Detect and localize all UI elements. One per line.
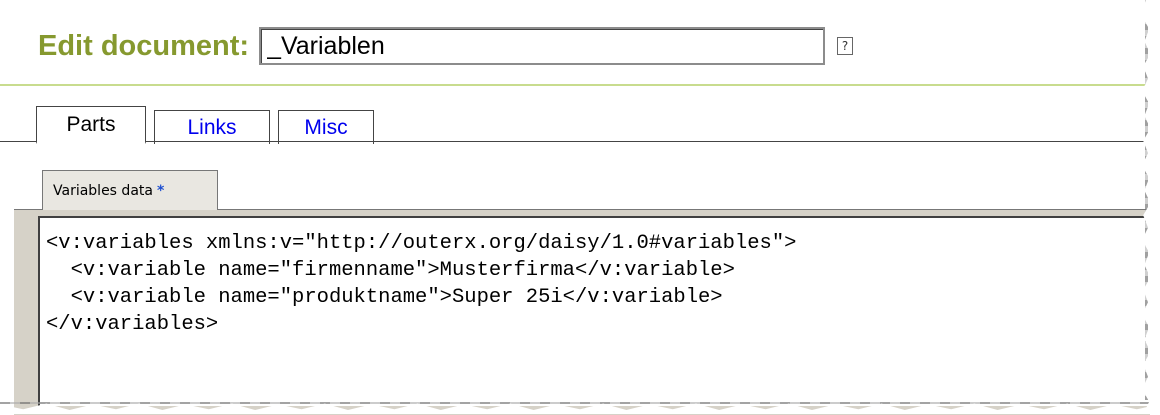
document-header: Edit document: ? bbox=[38, 24, 854, 68]
tab-links[interactable]: Links bbox=[154, 110, 270, 144]
code-line: <v:variable name="produktname">Super 25i… bbox=[46, 286, 723, 309]
tabs-divider bbox=[0, 141, 1150, 142]
tab-misc[interactable]: Misc bbox=[278, 110, 374, 144]
part-tab-variables-data[interactable]: Variables data * bbox=[42, 170, 218, 210]
header-separator bbox=[0, 84, 1150, 86]
code-line: </v:variables> bbox=[46, 313, 219, 336]
help-icon[interactable]: ? bbox=[837, 37, 854, 55]
document-name-input[interactable] bbox=[259, 27, 826, 65]
torn-edge-bottom-shadow bbox=[0, 402, 1150, 404]
code-line: <v:variable name="firmenname">Musterfirm… bbox=[46, 259, 735, 282]
modified-marker: * bbox=[156, 182, 165, 199]
page-title: Edit document: bbox=[38, 29, 250, 62]
part-tab-label: Variables data bbox=[53, 182, 153, 199]
xml-editor[interactable]: <v:variables xmlns:v="http://outerx.org/… bbox=[38, 216, 1150, 406]
code-line: <v:variables xmlns:v="http://outerx.org/… bbox=[46, 232, 797, 255]
edit-document-page: Edit document: ? Parts Links Misc Variab… bbox=[0, 0, 1150, 415]
document-tabs: Parts Links Misc bbox=[36, 106, 382, 144]
tab-parts[interactable]: Parts bbox=[36, 106, 146, 144]
